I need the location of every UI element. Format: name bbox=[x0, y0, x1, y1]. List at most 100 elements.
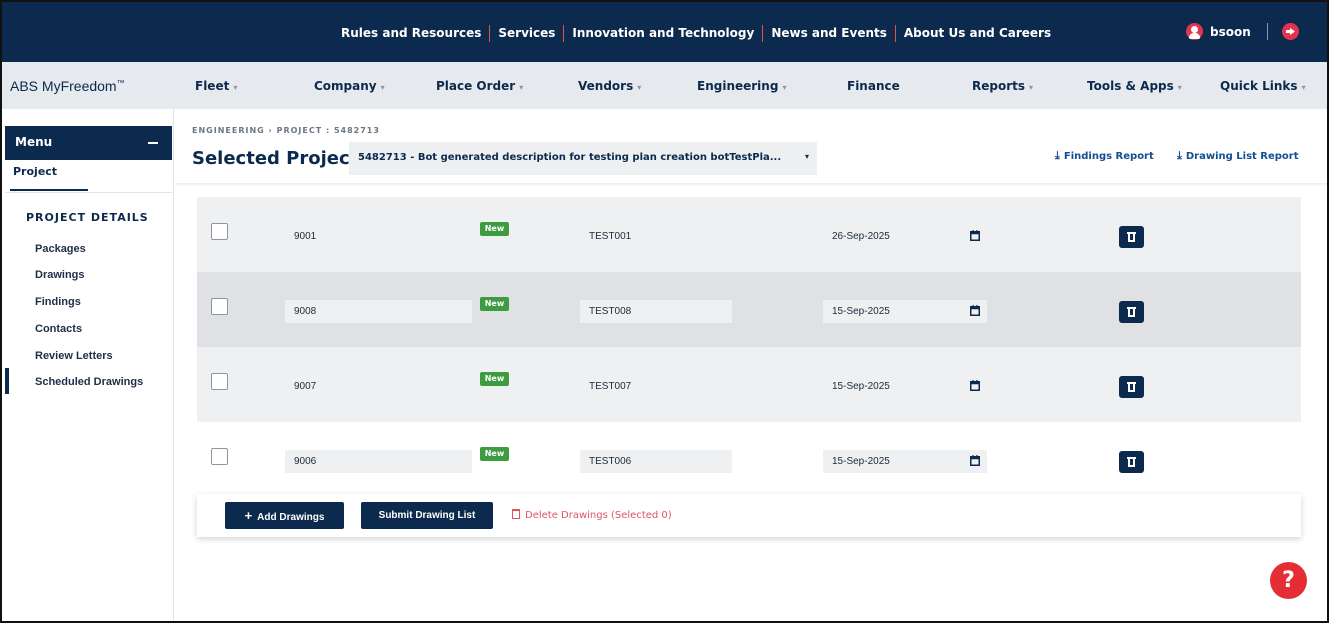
findings-report-link[interactable]: ⤓ Findings Report bbox=[1055, 149, 1154, 163]
delete-row-button[interactable] bbox=[1119, 376, 1144, 398]
sidebar-link-contacts[interactable]: Contacts bbox=[35, 323, 82, 335]
top-nav-innovation[interactable]: Innovation and Technology bbox=[564, 25, 762, 41]
sidebar-link-packages[interactable]: Packages bbox=[35, 243, 86, 255]
chevron-down-icon: ▾ bbox=[804, 152, 809, 161]
calendar-icon[interactable] bbox=[970, 305, 980, 316]
menu-vendors-label: Vendors bbox=[578, 79, 634, 93]
chevron-down-icon: ▾ bbox=[1177, 83, 1182, 92]
add-drawings-button[interactable]: + Add Drawings bbox=[225, 502, 344, 529]
drawing-date: 15-Sep-2025 bbox=[832, 306, 890, 317]
menu-finance[interactable]: Finance bbox=[847, 79, 900, 93]
breadcrumb: ENGINEERING › PROJECT : 5482713 bbox=[192, 126, 380, 135]
menu-finance-label: Finance bbox=[847, 79, 900, 93]
menu-company-label: Company bbox=[314, 79, 377, 93]
drawing-code: TEST007 bbox=[589, 381, 632, 392]
sidebar-tab-project[interactable]: Project bbox=[13, 165, 57, 178]
row-checkbox[interactable] bbox=[211, 373, 228, 390]
submit-drawing-list-button[interactable]: Submit Drawing List bbox=[361, 502, 493, 529]
help-button[interactable]: ? bbox=[1270, 562, 1307, 599]
drawing-list-report-link[interactable]: ⤓ Drawing List Report bbox=[1177, 149, 1299, 163]
row-checkbox[interactable] bbox=[211, 298, 228, 315]
drawing-number: 9007 bbox=[294, 381, 317, 392]
chevron-down-icon: ▾ bbox=[380, 83, 385, 92]
drawing-code: TEST008 bbox=[589, 306, 632, 317]
sidebar-menu-header[interactable]: Menu bbox=[5, 126, 172, 160]
date-field[interactable]: 15-Sep-2025 bbox=[823, 375, 987, 398]
delete-row-button[interactable] bbox=[1119, 226, 1144, 248]
drawing-date: 26-Sep-2025 bbox=[832, 231, 890, 242]
drawing-number-field[interactable]: 9008 bbox=[285, 300, 472, 323]
drawing-row: 9007 New TEST007 15-Sep-2025 bbox=[197, 347, 1301, 422]
date-field[interactable]: 15-Sep-2025 bbox=[823, 300, 987, 323]
menu-fleet-label: Fleet bbox=[195, 79, 230, 93]
menu-place-order[interactable]: Place Order ▾ bbox=[436, 79, 523, 93]
chevron-down-icon: ▾ bbox=[1029, 83, 1034, 92]
chevron-down-icon: ▾ bbox=[233, 83, 238, 92]
menu-company[interactable]: Company ▾ bbox=[314, 79, 385, 93]
row-checkbox[interactable] bbox=[211, 223, 228, 240]
menu-engineering-label: Engineering bbox=[697, 79, 779, 93]
menu-fleet[interactable]: Fleet ▾ bbox=[195, 79, 237, 93]
chevron-down-icon: ▾ bbox=[782, 83, 787, 92]
drawing-code-field[interactable]: TEST008 bbox=[580, 300, 732, 323]
top-nav-news-events[interactable]: News and Events bbox=[763, 25, 895, 41]
user-avatar-icon[interactable] bbox=[1186, 23, 1203, 40]
user-name[interactable]: bsoon bbox=[1210, 25, 1251, 39]
sidebar-link-review-letters[interactable]: Review Letters bbox=[35, 350, 113, 362]
brand-trademark: ™ bbox=[116, 78, 125, 88]
top-nav-services[interactable]: Services bbox=[490, 25, 563, 41]
menu-quick-links[interactable]: Quick Links ▾ bbox=[1220, 79, 1306, 93]
new-badge: New bbox=[480, 222, 509, 236]
menu-tools-apps-label: Tools & Apps bbox=[1087, 79, 1174, 93]
delete-row-button[interactable] bbox=[1119, 451, 1144, 473]
project-select-value: 5482713 - Bot generated description for … bbox=[358, 152, 782, 163]
logout-icon[interactable] bbox=[1281, 23, 1299, 40]
drawing-code-field[interactable]: TEST001 bbox=[580, 225, 732, 248]
sidebar-link-scheduled-drawings[interactable]: Scheduled Drawings bbox=[35, 376, 143, 388]
menu-engineering[interactable]: Engineering ▾ bbox=[697, 79, 786, 93]
drawing-row: 9001 New TEST001 26-Sep-2025 bbox=[197, 197, 1301, 272]
menu-vendors[interactable]: Vendors ▾ bbox=[578, 79, 641, 93]
delete-row-button[interactable] bbox=[1119, 301, 1144, 323]
collapse-icon[interactable] bbox=[148, 142, 158, 144]
delete-drawings-label: Delete Drawings (Selected 0) bbox=[525, 510, 672, 521]
download-icon: ⤓ bbox=[1177, 149, 1182, 162]
sidebar: Menu Project PROJECT DETAILS Packages Dr… bbox=[2, 109, 174, 621]
top-nav-about-careers[interactable]: About Us and Careers bbox=[896, 25, 1059, 41]
drawing-row: 9008 New TEST008 15-Sep-2025 bbox=[197, 272, 1301, 347]
drawing-number-field[interactable]: 9001 bbox=[285, 225, 472, 248]
row-checkbox[interactable] bbox=[211, 448, 228, 465]
drawing-code-field[interactable]: TEST006 bbox=[580, 450, 732, 473]
app-window: Rules and Resources Services Innovation … bbox=[0, 0, 1329, 623]
download-icon: ⤓ bbox=[1055, 149, 1060, 162]
menu-reports[interactable]: Reports ▾ bbox=[972, 79, 1033, 93]
sidebar-link-drawings[interactable]: Drawings bbox=[35, 269, 85, 281]
calendar-icon[interactable] bbox=[970, 455, 980, 466]
drawing-number: 9008 bbox=[294, 306, 317, 317]
project-details-title: PROJECT DETAILS bbox=[26, 211, 149, 224]
top-nav-rules-resources[interactable]: Rules and Resources bbox=[341, 25, 489, 41]
delete-drawings-button[interactable]: Delete Drawings (Selected 0) bbox=[512, 509, 672, 521]
date-field[interactable]: 26-Sep-2025 bbox=[823, 225, 987, 248]
sidebar-link-findings[interactable]: Findings bbox=[35, 296, 81, 308]
project-select[interactable]: 5482713 - Bot generated description for … bbox=[349, 142, 817, 175]
calendar-icon[interactable] bbox=[970, 380, 980, 391]
date-field[interactable]: 15-Sep-2025 bbox=[823, 450, 987, 473]
menu-tools-apps[interactable]: Tools & Apps ▾ bbox=[1087, 79, 1182, 93]
trash-icon bbox=[512, 509, 520, 519]
drawing-number-field[interactable]: 9007 bbox=[285, 375, 472, 398]
drawing-number: 9001 bbox=[294, 231, 317, 242]
main-menu-bar: ABS MyFreedom™ Fleet ▾ Company ▾ Place Ord… bbox=[2, 62, 1327, 109]
drawing-code-field[interactable]: TEST007 bbox=[580, 375, 732, 398]
selected-project-label: Selected Project: bbox=[192, 148, 366, 169]
drawing-row: 9006 New TEST006 15-Sep-2025 bbox=[197, 422, 1301, 497]
user-area: bsoon bbox=[1186, 23, 1299, 40]
top-nav: Rules and Resources Services Innovation … bbox=[341, 24, 1059, 42]
drawing-date: 15-Sep-2025 bbox=[832, 456, 890, 467]
plus-icon: + bbox=[244, 508, 253, 523]
drawing-number-field[interactable]: 9006 bbox=[285, 450, 472, 473]
calendar-icon[interactable] bbox=[970, 230, 980, 241]
brand-logo[interactable]: ABS MyFreedom™ bbox=[10, 78, 125, 94]
top-bar: Rules and Resources Services Innovation … bbox=[2, 2, 1327, 62]
chevron-down-icon: ▾ bbox=[519, 83, 524, 92]
